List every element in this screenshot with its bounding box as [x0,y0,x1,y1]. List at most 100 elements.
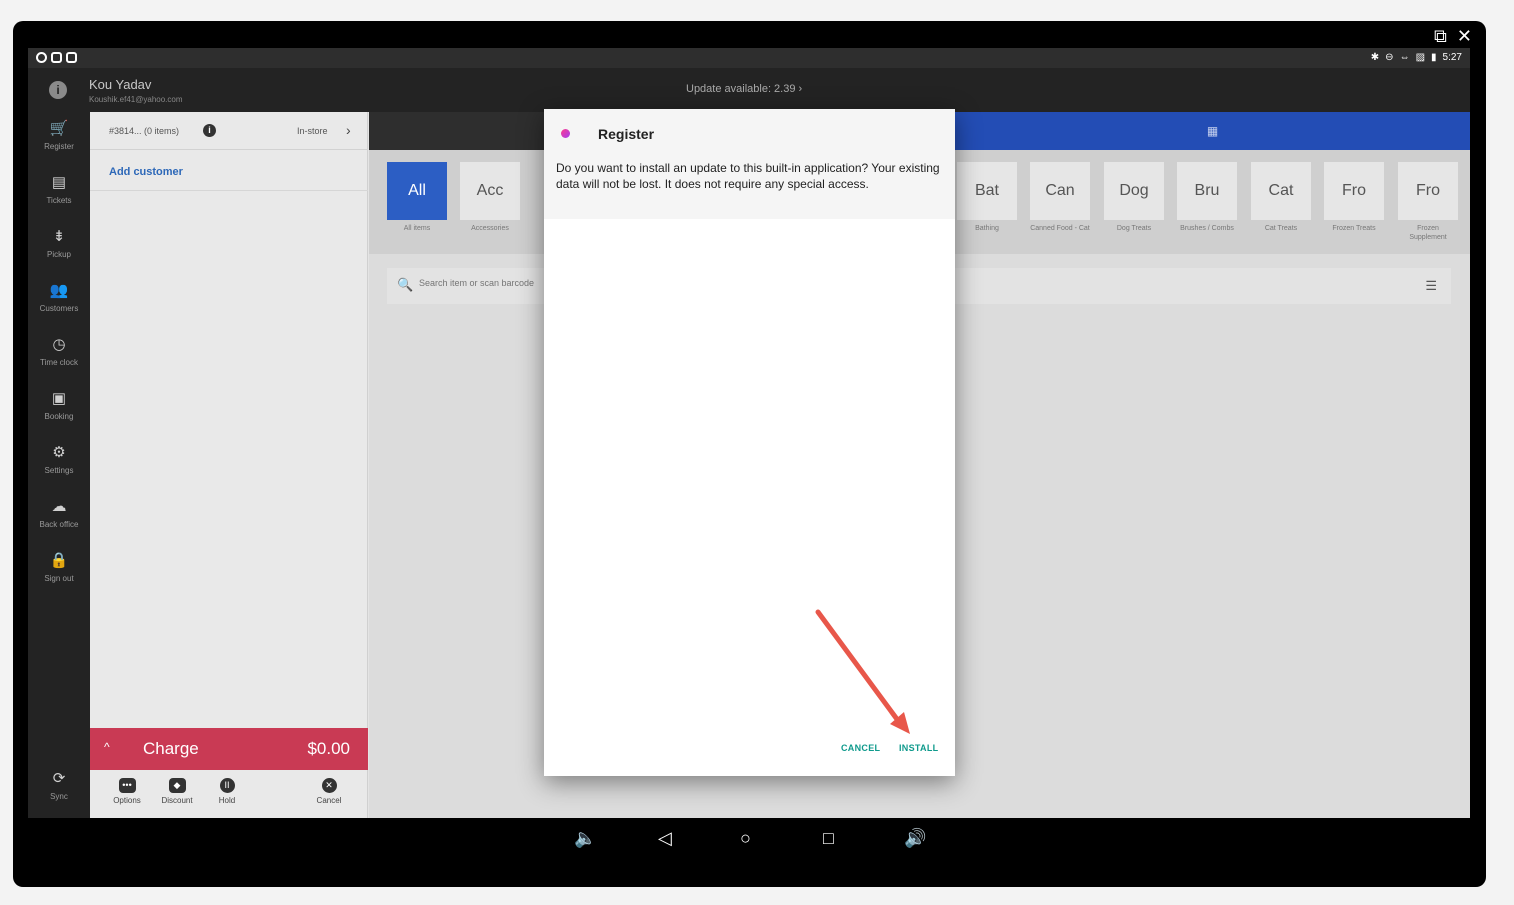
category-cat-treats[interactable]: Cat Cat Treats [1251,162,1311,233]
options-button[interactable]: ••• Options [102,778,152,805]
category-canned-food-cat[interactable]: Can Canned Food - Cat [1030,162,1090,233]
clock-icon: ◷ [52,336,66,353]
home-icon[interactable]: ○ [740,828,751,848]
category-label: Frozen Treats [1332,225,1376,232]
category-tile: Can [1030,162,1090,220]
grid-icon[interactable]: ▦ [1207,124,1218,138]
charge-button[interactable]: ^ Charge $0.00 [90,728,368,770]
dialog-message: Do you want to install an update to this… [556,161,940,191]
category-dog-treats[interactable]: Dog Dog Treats [1104,162,1164,233]
cancel-icon: ✕ [321,778,337,793]
close-icon[interactable]: ✕ [1457,27,1472,45]
category-bathing[interactable]: Bat Bathing [957,162,1017,233]
category-label: Bathing [975,225,999,232]
calendar-icon: ▣ [51,390,67,407]
sidebar-item-booking[interactable]: ▣ Booking [28,384,90,438]
category-tile: All [387,162,447,220]
category-tile: Bru [1177,162,1237,220]
ticket-mode: In-store [297,126,328,136]
sidebar-item-sign-out[interactable]: 🔒 Sign out [28,546,90,600]
dialog-header: Register Do you want to install an updat… [544,109,955,219]
sidebar-item-customers[interactable]: 👥 Customers [28,276,90,330]
category-label: All items [403,225,431,232]
sidebar-item-sync[interactable]: ⟳ Sync [28,764,90,818]
sidebar-item-label: Sign out [44,574,74,583]
app-icon [561,129,570,138]
tag-icon: ◆ [168,778,186,793]
sidebar-item-settings[interactable]: ⚙ Settings [28,438,90,492]
cart-icon: 🛒 [49,120,69,137]
action-label: Cancel [316,796,342,805]
info-icon[interactable]: i [203,124,216,137]
add-customer-link[interactable]: Add customer [109,166,183,178]
gear-icon: ⚙ [52,444,66,461]
sidebar-item-label: Time clock [40,358,78,367]
cloud-icon: ☁ [51,498,67,515]
tickets-icon: ▤ [51,174,67,191]
sidebar: ⟳ Sync 🛒 Register ▤ Tickets ⇟ Pickup 👥 Customer… [28,112,90,818]
pause-icon: II [219,778,235,793]
discount-button[interactable]: ◆ Discount [152,778,202,805]
notification-icon [51,52,62,63]
category-label: Canned Food - Cat [1030,225,1090,232]
back-icon[interactable]: ◁ [658,828,672,848]
category-tile: Fro [1398,162,1458,220]
chevron-right-icon[interactable]: › [346,122,351,138]
sidebar-item-tickets[interactable]: ▤ Tickets [28,168,90,222]
sidebar-item-label: Booking [44,412,74,421]
category-all-items[interactable]: All All items [387,162,447,233]
volume-down-icon[interactable]: 🔈 [574,828,596,848]
sidebar-item-pickup[interactable]: ⇟ Pickup [28,222,90,276]
filter-icon[interactable]: ☰ [1425,278,1437,294]
lock-icon: 🔒 [49,552,69,569]
sidebar-item-label: Pickup [46,250,71,259]
volume-up-icon[interactable]: 🔊 [904,828,926,848]
user-name: Kou Yadav [89,77,152,92]
status-right: ✱ ⊖ ⇔ ▨ ▮ 5:27 [1371,52,1462,63]
battery-icon: ▮ [1431,52,1437,63]
dialog-title: Register [598,126,655,142]
sidebar-item-label: Customers [39,304,79,313]
ticket-panel: #3814... (0 items) i In-store › Add cust… [90,112,368,818]
category-frozen-treats[interactable]: Fro Frozen Treats [1324,162,1384,233]
frame-tools: ⧉ ✕ [1434,27,1472,45]
sidebar-item-label: Register [44,142,74,151]
chevron-up-icon[interactable]: ^ [104,740,110,754]
cancel-ticket-button[interactable]: ✕ Cancel [304,778,354,805]
ticket-header[interactable]: #3814... (0 items) i In-store › [90,112,368,150]
customers-icon: 👥 [49,282,69,299]
pickup-icon: ⇟ [52,228,66,245]
sync-icon: ⟳ [52,770,66,787]
sidebar-item-label: Settings [44,466,74,475]
category-accessories[interactable]: Acc Accessories [460,162,520,233]
status-left-icons [36,52,77,63]
category-frozen-supplement[interactable]: Fro Frozen Supplement [1398,162,1458,242]
category-brushes-combs[interactable]: Bru Brushes / Combs [1177,162,1237,233]
search-icon: 🔍 [397,277,414,292]
sidebar-item-time-clock[interactable]: ◷ Time clock [28,330,90,384]
sidebar-item-register[interactable]: 🛒 Register [28,114,90,168]
hold-button[interactable]: II Hold [202,778,252,805]
category-label: Accessories [471,225,509,232]
sidebar-item-label: Sync [50,792,68,801]
charge-label: Charge [143,739,199,758]
notification-icon [66,52,77,63]
action-label: Options [113,796,141,805]
category-label: Dog Treats [1116,225,1152,232]
action-label: Hold [218,796,236,805]
category-tile: Acc [460,162,520,220]
android-nav-bar: 🔈 ◁ ○ □ 🔊 [28,818,1470,860]
info-icon[interactable]: i [49,81,67,99]
grid-view-bar[interactable]: ▦ [955,112,1470,150]
category-tile: Bat [957,162,1017,220]
options-icon: ••• [118,778,136,793]
sidebar-item-back-office[interactable]: ☁ Back office [28,492,90,546]
divider [90,190,368,191]
action-label: Discount [161,796,193,805]
status-time: 5:27 [1442,52,1462,63]
update-available-link[interactable]: Update available: 2.39 › [686,83,802,95]
popout-icon[interactable]: ⧉ [1434,27,1447,45]
charge-amount: $0.00 [307,739,350,758]
category-label: Brushes / Combs [1180,225,1234,232]
recents-icon[interactable]: □ [823,828,834,848]
